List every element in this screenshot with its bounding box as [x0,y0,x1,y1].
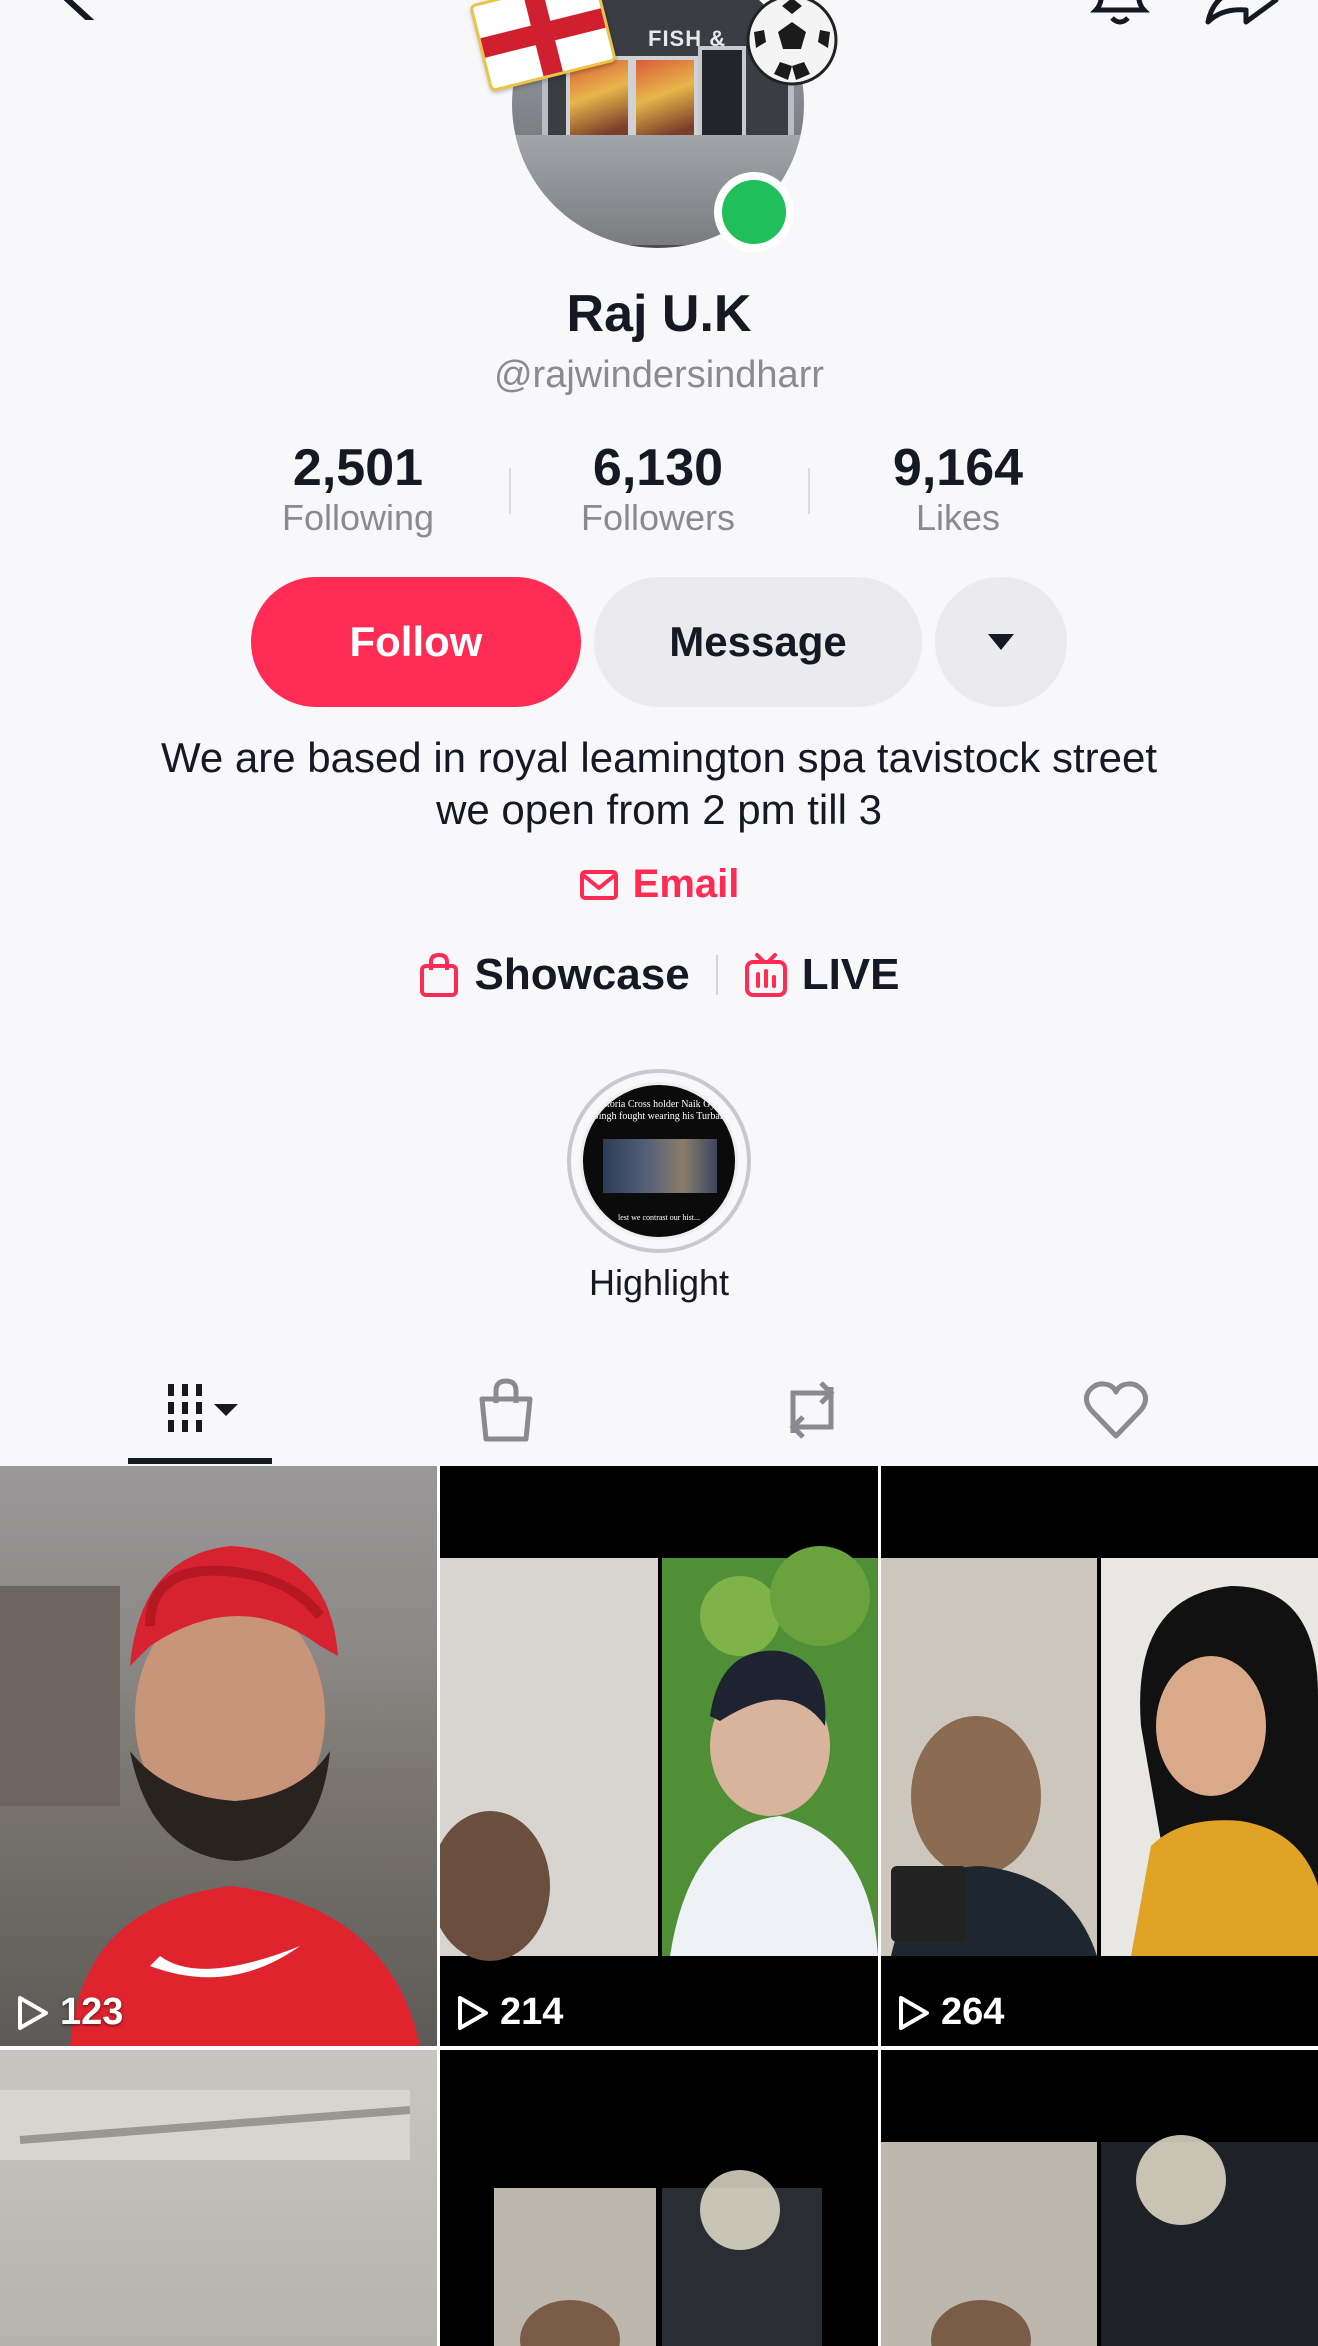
soccer-ball-icon [744,0,840,88]
active-tab-indicator [128,1458,272,1464]
share-icon[interactable] [1202,0,1282,31]
video-scene [494,2170,822,2346]
stat-divider [808,468,810,514]
notification-bell-icon[interactable] [1084,0,1156,31]
video-scene [0,2090,411,2160]
view-count: 264 [897,1991,1004,2034]
view-count-value: 264 [941,1991,1005,2033]
shopping-bag-icon [479,1378,533,1442]
video-scene [440,1546,878,1961]
view-count: 123 [16,1991,123,2034]
followers-label: Followers [580,497,736,538]
video-thumbnail[interactable]: 123 [0,1466,437,2046]
content-tabs [0,1360,1318,1466]
video-grid-icon [168,1384,238,1432]
tab-reposts[interactable] [750,1360,874,1460]
back-icon[interactable] [50,0,110,25]
live-tv-icon [744,953,787,997]
highlight-thumb-caption: lest we contrast our hist... [618,1213,700,1222]
video-thumbnail[interactable] [0,2050,437,2346]
following-count: 2,501 [292,439,424,497]
play-icon [18,1995,48,2030]
play-icon [899,1995,929,2030]
shopping-bag-icon [420,952,459,997]
email-link[interactable]: Email [0,862,1318,907]
video-scene [881,2135,1318,2346]
highlight-thumbnail[interactable]: Victoria Cross holder Naik Gyan Singh fo… [580,1082,738,1240]
video-thumbnail[interactable]: 214 [440,1466,878,2046]
tab-shop[interactable] [444,1360,568,1460]
highlight-label: Highlight [588,1262,730,1303]
live-label: LIVE [801,950,900,999]
stat-divider [509,468,511,514]
display-name: Raj U.K [566,285,752,343]
email-label: Email [632,862,740,906]
live-link[interactable]: LIVE [744,950,900,1000]
username-handle: @rajwindersindharr [493,354,825,396]
triangle-down-icon [988,634,1014,650]
tab-videos[interactable] [128,1360,272,1460]
bio-line-1: We are based in royal leamington spa tav… [160,734,1158,781]
video-thumbnail[interactable] [440,2050,878,2346]
likes-stat[interactable]: 9,164 Likes [838,440,1078,540]
view-count: 214 [456,1991,563,2034]
follow-button[interactable]: Follow [251,577,581,707]
following-label: Following [281,497,435,538]
online-status-dot [714,172,794,252]
mail-icon [579,869,618,900]
play-icon [458,1995,488,2030]
followers-count: 6,130 [592,439,724,497]
message-button[interactable]: Message [594,577,922,707]
showcase-link[interactable]: Showcase [418,950,690,1000]
video-grid: 123 214 264 [0,1466,1318,2346]
likes-count: 9,164 [892,439,1024,497]
more-options-button[interactable] [935,577,1067,707]
video-thumbnail[interactable]: 264 [881,1466,1318,2046]
highlight-thumb-title: Victoria Cross holder Naik Gyan Singh fo… [593,1099,725,1122]
repost-icon [789,1381,835,1439]
tab-liked[interactable] [1054,1360,1178,1460]
bio-line-2: we open from 2 pm till 3 [436,786,882,833]
video-thumbnail[interactable] [881,2050,1318,2346]
heart-icon [1083,1381,1149,1439]
view-count-value: 123 [60,1991,124,2033]
following-stat[interactable]: 2,501 Following [238,440,478,540]
showcase-label: Showcase [474,950,690,999]
view-count-value: 214 [500,1991,564,2033]
followers-stat[interactable]: 6,130 Followers [538,440,778,540]
video-scene [0,1546,420,2046]
highlight-thumb-scene [603,1139,717,1193]
likes-label: Likes [915,497,1001,538]
bio-text: We are based in royal leamington spa tav… [0,732,1318,836]
profile-links: Showcase LIVE [0,950,1318,1000]
video-scene [881,1558,1318,1956]
links-divider [715,955,718,995]
